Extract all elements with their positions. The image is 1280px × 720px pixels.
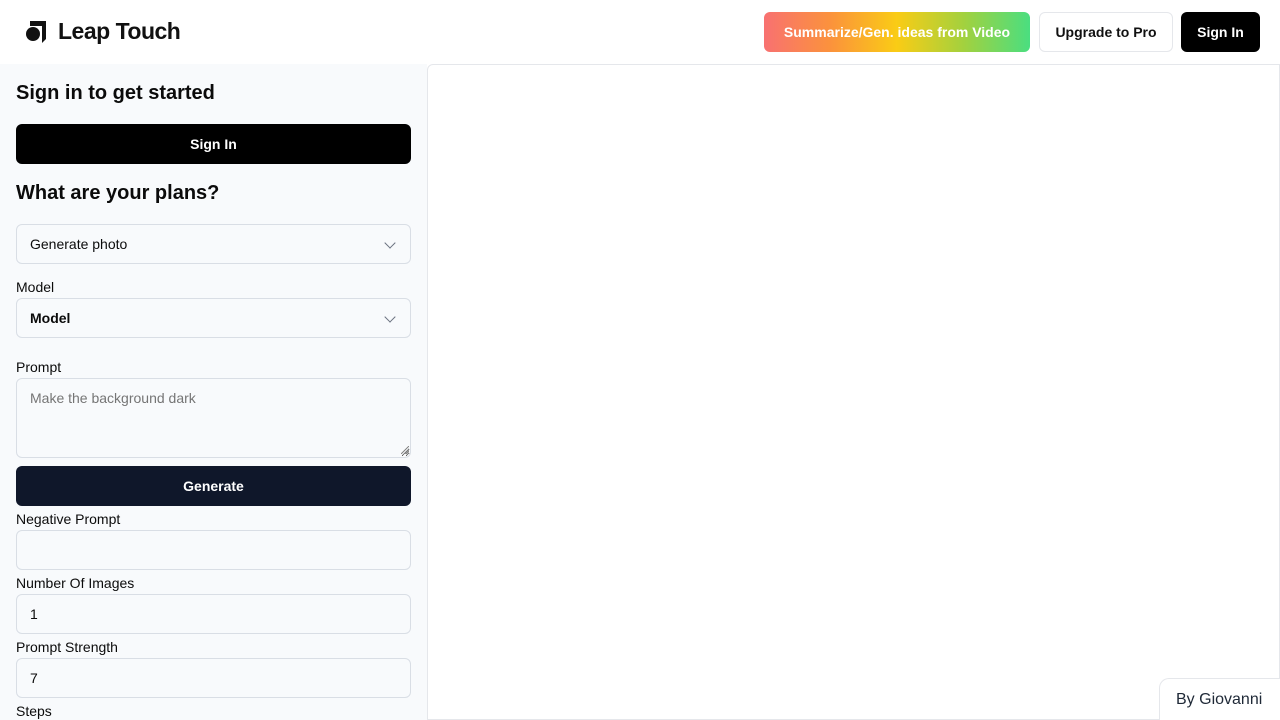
resize-handle-icon[interactable] [401,446,409,454]
model-label: Model [16,279,55,295]
chevron-down-icon [384,311,396,323]
top-header: Leap Touch Summarize/Gen. ideas from Vid… [0,0,1280,64]
model-select[interactable]: Model [16,298,411,338]
number-of-images-input[interactable]: 1 [16,594,411,634]
negative-prompt-input[interactable] [16,530,411,570]
number-of-images-label: Number Of Images [16,575,135,591]
sidebar-sign-in-button[interactable]: Sign In [16,124,411,164]
prompt-strength-input[interactable]: 7 [16,658,411,698]
header-sign-in-button[interactable]: Sign In [1181,12,1260,52]
steps-label: Steps [16,703,52,719]
brand-name: Leap Touch [58,18,181,44]
prompt-label: Prompt [16,359,62,375]
upgrade-to-pro-button[interactable]: Upgrade to Pro [1039,12,1173,52]
chevron-down-icon [384,237,396,249]
negative-prompt-label: Negative Prompt [16,511,121,527]
leap-logo-icon [24,19,48,45]
signin-heading: Sign in to get started [16,82,215,104]
generate-button[interactable]: Generate [16,466,411,506]
author-credit[interactable]: By Giovanni [1159,678,1280,720]
plans-select[interactable]: Generate photo [16,224,411,264]
brand-logo[interactable]: Leap Touch [24,18,181,45]
plans-heading: What are your plans? [16,182,220,204]
summarize-video-button[interactable]: Summarize/Gen. ideas from Video [764,12,1030,52]
output-panel [427,64,1280,720]
model-select-value: Model [30,310,71,326]
plans-select-value: Generate photo [30,236,128,252]
prompt-strength-label: Prompt Strength [16,639,118,655]
prompt-input[interactable] [16,378,411,458]
